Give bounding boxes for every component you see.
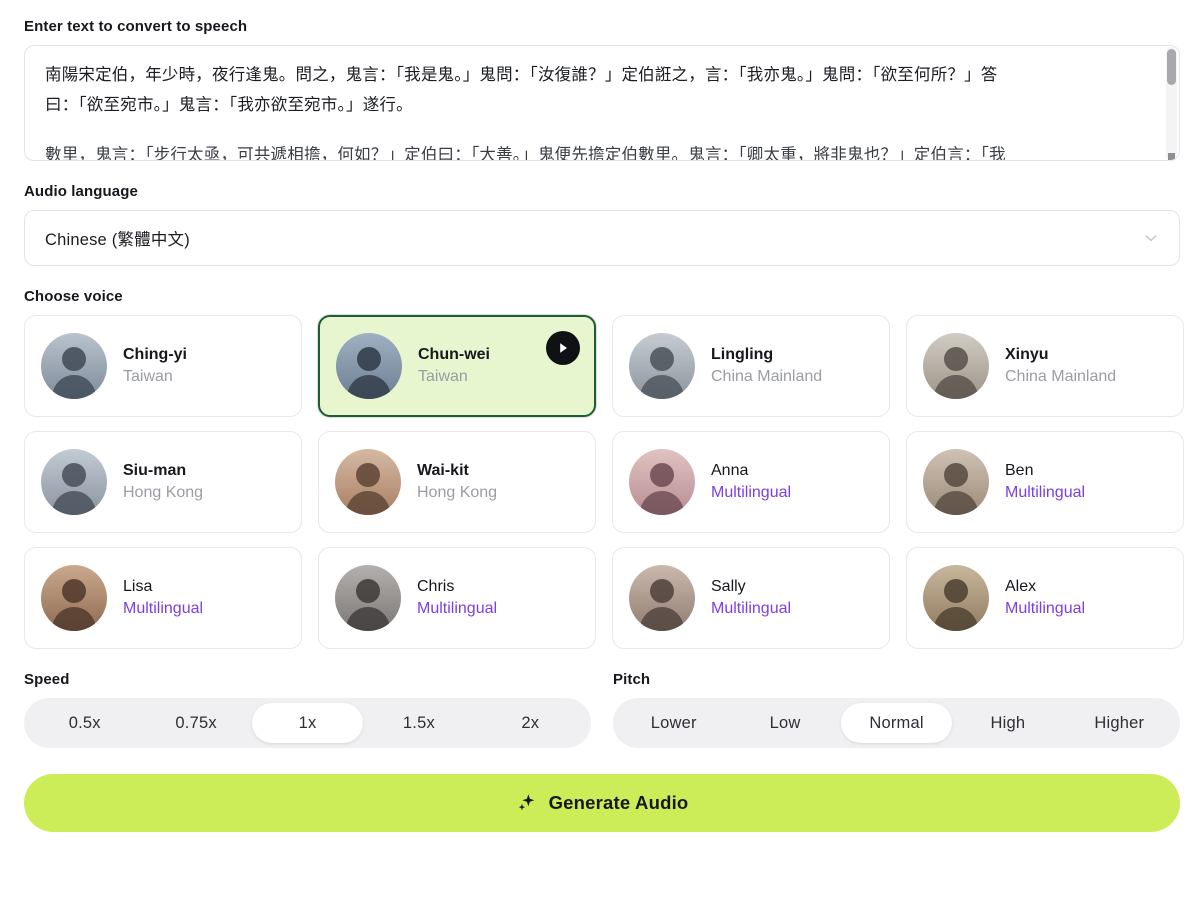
audio-language-value: Chinese (繁體中文) bbox=[45, 231, 190, 249]
avatar bbox=[923, 333, 989, 399]
chevron-down-icon bbox=[1143, 230, 1159, 246]
speed-option-1x[interactable]: 1x bbox=[251, 703, 364, 743]
voice-region: China Mainland bbox=[711, 368, 823, 385]
voice-meta: Alex Multilingual bbox=[1005, 576, 1085, 619]
pitch-option-higher[interactable]: Higher bbox=[1064, 703, 1175, 743]
avatar bbox=[629, 333, 695, 399]
voice-region: Multilingual bbox=[123, 600, 204, 617]
pitch-label: Pitch bbox=[613, 671, 651, 688]
voice-card-lingling[interactable]: Lingling China Mainland bbox=[612, 315, 890, 417]
sparkle-icon bbox=[516, 792, 538, 814]
voice-meta: Ben Multilingual bbox=[1005, 460, 1085, 503]
voice-meta: Ching-yi Taiwan bbox=[123, 344, 187, 387]
scrollbar-thumb[interactable] bbox=[1167, 49, 1176, 85]
voice-card-ching-yi[interactable]: Ching-yi Taiwan bbox=[24, 315, 302, 417]
voice-name: Alex bbox=[1005, 578, 1037, 596]
avatar bbox=[41, 565, 107, 631]
speed-option-0-5x[interactable]: 0.5x bbox=[29, 703, 140, 743]
voice-name: Lisa bbox=[123, 578, 153, 596]
voice-name: Wai-kit bbox=[417, 462, 469, 480]
voice-region: Multilingual bbox=[1005, 600, 1086, 617]
pitch-option-high[interactable]: High bbox=[952, 703, 1063, 743]
voice-region: Taiwan bbox=[418, 368, 468, 385]
text-line-1: 南陽宋定伯，年少時，夜行逢鬼。問之，鬼言：「我是鬼。」鬼問：「汝復誰？」定伯誑之… bbox=[45, 66, 998, 84]
voice-name: Ching-yi bbox=[123, 346, 187, 364]
voice-meta: Lingling China Mainland bbox=[711, 344, 822, 387]
voice-card-sally[interactable]: Sally Multilingual bbox=[612, 547, 890, 649]
text-line-3: 數里，鬼言：「步行太亟，可共遞相擔，何如？」定伯曰：「大善。」鬼便先擔定伯數里。… bbox=[45, 146, 1006, 161]
avatar bbox=[629, 565, 695, 631]
voice-card-xinyu[interactable]: Xinyu China Mainland bbox=[906, 315, 1184, 417]
avatar bbox=[41, 333, 107, 399]
voice-name: Lingling bbox=[711, 346, 774, 364]
voice-name: Chun-wei bbox=[418, 346, 490, 364]
voice-name: Chris bbox=[417, 578, 455, 596]
speed-control: Speed 0.5x 0.75x 1x 1.5x 2x bbox=[24, 671, 591, 748]
pitch-option-low[interactable]: Low bbox=[729, 703, 840, 743]
text-input-label: Enter text to convert to speech bbox=[24, 18, 248, 35]
voice-region: Multilingual bbox=[711, 484, 792, 501]
audio-language-select[interactable]: Chinese (繁體中文) bbox=[24, 210, 1180, 266]
voice-meta: Siu-man Hong Kong bbox=[123, 460, 203, 503]
pitch-segmented-control: Lower Low Normal High Higher bbox=[613, 698, 1180, 748]
voice-region: Multilingual bbox=[711, 600, 792, 617]
text-input-content: 南陽宋定伯，年少時，夜行逢鬼。問之，鬼言：「我是鬼。」鬼問：「汝復誰？」定伯誑之… bbox=[25, 46, 1179, 161]
voice-meta: Sally Multilingual bbox=[711, 576, 791, 619]
voice-meta: Anna Multilingual bbox=[711, 460, 791, 503]
voice-meta: Xinyu China Mainland bbox=[1005, 344, 1116, 387]
voice-region: Hong Kong bbox=[417, 484, 498, 501]
voice-card-chun-wei[interactable]: Chun-wei Taiwan bbox=[318, 315, 596, 417]
voice-region: China Mainland bbox=[1005, 368, 1117, 385]
voice-name: Sally bbox=[711, 578, 746, 596]
voice-card-chris[interactable]: Chris Multilingual bbox=[318, 547, 596, 649]
pitch-control: Pitch Lower Low Normal High Higher bbox=[613, 671, 1180, 748]
voice-name: Xinyu bbox=[1005, 346, 1049, 364]
avatar bbox=[41, 449, 107, 515]
voice-grid: Ching-yi Taiwan Chun-wei Taiwan Lingling Chin… bbox=[24, 315, 1184, 649]
avatar bbox=[629, 449, 695, 515]
voice-meta: Wai-kit Hong Kong bbox=[417, 460, 497, 503]
voice-card-siu-man[interactable]: Siu-man Hong Kong bbox=[24, 431, 302, 533]
voice-card-anna[interactable]: Anna Multilingual bbox=[612, 431, 890, 533]
avatar bbox=[336, 333, 402, 399]
avatar bbox=[923, 449, 989, 515]
voice-card-lisa[interactable]: Lisa Multilingual bbox=[24, 547, 302, 649]
avatar bbox=[335, 449, 401, 515]
avatar bbox=[923, 565, 989, 631]
speed-label: Speed bbox=[24, 671, 70, 688]
audio-language-label: Audio language bbox=[24, 183, 138, 200]
voice-card-alex[interactable]: Alex Multilingual bbox=[906, 547, 1184, 649]
text-line-2: 曰：「欲至宛市。」鬼言：「我亦欲至宛市。」遂行。 bbox=[45, 96, 413, 114]
avatar bbox=[335, 565, 401, 631]
generate-audio-button[interactable]: Generate Audio bbox=[24, 774, 1180, 832]
voice-name: Siu-man bbox=[123, 462, 187, 480]
speed-option-1-5x[interactable]: 1.5x bbox=[363, 703, 474, 743]
voice-meta: Chun-wei Taiwan bbox=[418, 344, 490, 387]
speed-option-0-75x[interactable]: 0.75x bbox=[140, 703, 251, 743]
voice-meta: Chris Multilingual bbox=[417, 576, 497, 619]
pitch-option-normal[interactable]: Normal bbox=[840, 703, 953, 743]
speed-option-2x[interactable]: 2x bbox=[475, 703, 586, 743]
voice-card-wai-kit[interactable]: Wai-kit Hong Kong bbox=[318, 431, 596, 533]
pitch-option-lower[interactable]: Lower bbox=[618, 703, 729, 743]
choose-voice-label: Choose voice bbox=[24, 288, 123, 305]
scrollbar-down-arrow-icon[interactable] bbox=[1168, 153, 1175, 160]
voice-region: Taiwan bbox=[123, 368, 173, 385]
textarea-scrollbar[interactable] bbox=[1166, 47, 1177, 160]
tts-panel: Enter text to convert to speech 南陽宋定伯，年少… bbox=[0, 0, 1204, 900]
voice-name: Ben bbox=[1005, 462, 1034, 480]
speed-segmented-control: 0.5x 0.75x 1x 1.5x 2x bbox=[24, 698, 591, 748]
voice-region: Multilingual bbox=[1005, 484, 1086, 501]
generate-audio-label: Generate Audio bbox=[548, 792, 689, 813]
voice-card-ben[interactable]: Ben Multilingual bbox=[906, 431, 1184, 533]
playback-controls: Speed 0.5x 0.75x 1x 1.5x 2x Pitch Lower Low No… bbox=[24, 671, 1180, 748]
play-icon[interactable] bbox=[546, 331, 580, 365]
voice-region: Hong Kong bbox=[123, 484, 204, 501]
voice-meta: Lisa Multilingual bbox=[123, 576, 203, 619]
text-input-area[interactable]: 南陽宋定伯，年少時，夜行逢鬼。問之，鬼言：「我是鬼。」鬼問：「汝復誰？」定伯誑之… bbox=[24, 45, 1180, 161]
voice-name: Anna bbox=[711, 462, 749, 480]
voice-region: Multilingual bbox=[417, 600, 498, 617]
